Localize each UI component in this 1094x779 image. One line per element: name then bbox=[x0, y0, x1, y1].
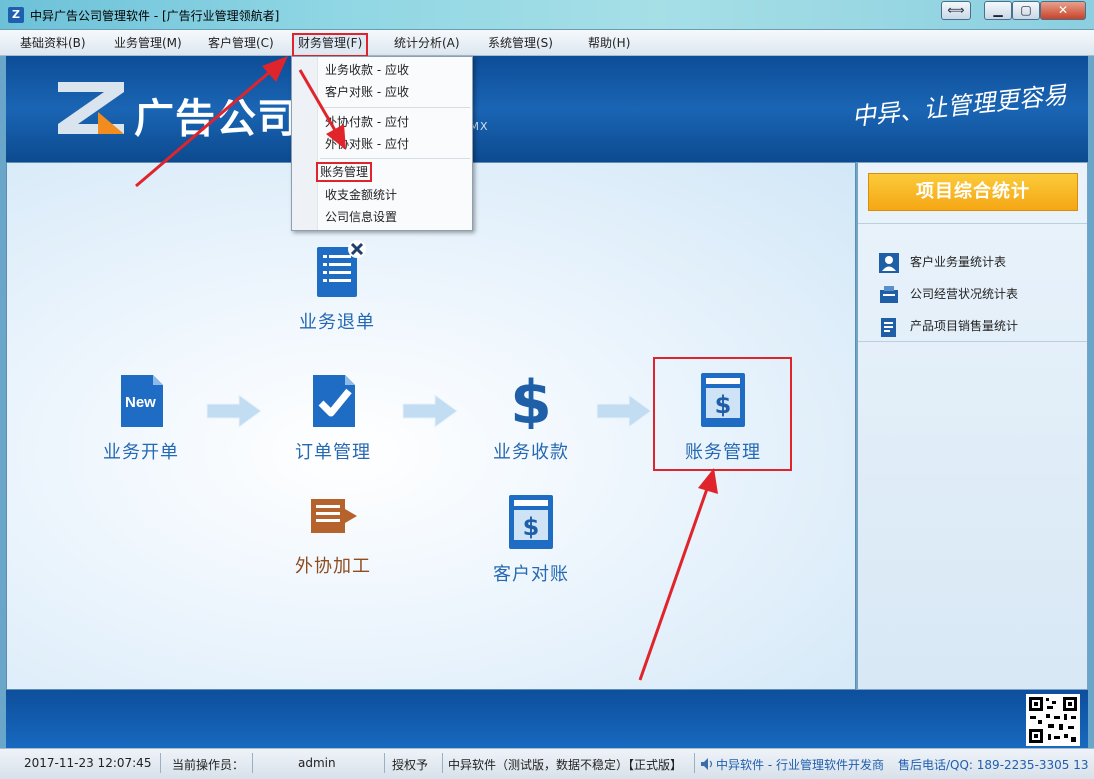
workflow-panel: 业务退单 New 业务开单 订单管理 $ 业务收款 $ 账务管理 外协加工 $ … bbox=[6, 162, 856, 690]
app-logo-icon: Z bbox=[8, 7, 24, 23]
menu-item-accounting[interactable]: 账务管理 bbox=[316, 162, 373, 182]
status-operator: admin bbox=[298, 756, 336, 770]
menu-item-income-expense-stats[interactable]: 收支金额统计 bbox=[325, 185, 397, 205]
status-datetime: 2017-11-23 12:07:45 bbox=[24, 756, 152, 770]
flow-open-order[interactable]: New 业务开单 bbox=[91, 369, 191, 464]
panel-divider bbox=[858, 223, 1087, 224]
flow-outsource[interactable]: 外协加工 bbox=[283, 483, 383, 578]
stat-product-sales-label: 产品项目销售量统计 bbox=[910, 319, 1019, 333]
menu-item-collection-receivable[interactable]: 业务收款 - 应收 bbox=[325, 60, 409, 80]
panel-divider bbox=[858, 341, 1087, 342]
window-title: 中异广告公司管理软件 - [广告行业管理领航者] bbox=[30, 9, 280, 23]
dollar-icon: $ bbox=[510, 368, 552, 438]
flow-arrow-icon bbox=[402, 394, 458, 428]
status-auth-label: 授权予 bbox=[392, 758, 429, 772]
menu-help[interactable]: 帮助(H) bbox=[584, 34, 634, 54]
reconcile-ledger-icon: $ bbox=[509, 495, 553, 549]
dropdown-separator bbox=[320, 158, 470, 159]
user-card-icon bbox=[879, 252, 899, 273]
menu-item-company-info[interactable]: 公司信息设置 bbox=[325, 207, 397, 227]
banner-slogan: 中异、让管理更容易 bbox=[850, 80, 1069, 132]
status-divider bbox=[160, 753, 161, 773]
flow-refund[interactable]: 业务退单 bbox=[287, 239, 387, 334]
stat-customer-volume[interactable]: 客户业务量统计表 bbox=[878, 249, 1006, 275]
finance-dropdown-menu: 业务收款 - 应收 客户对账 - 应收 外协付款 - 应付 外协对账 - 应付 … bbox=[291, 56, 473, 231]
new-badge-text: New bbox=[125, 394, 156, 411]
statistics-panel: 项目综合统计 客户业务量统计表 公司经营状况统计表 产品项目销售量统计 bbox=[857, 162, 1088, 690]
close-button[interactable]: ✕ bbox=[1040, 1, 1086, 20]
menu-basic-data[interactable]: 基础资料(B) bbox=[16, 34, 90, 54]
minimize-button[interactable]: ▁ bbox=[984, 1, 1012, 20]
status-divider bbox=[252, 753, 253, 773]
flow-arrow-icon bbox=[206, 394, 262, 428]
refund-document-icon bbox=[317, 240, 366, 297]
banner-title: 广告公司 bbox=[134, 96, 298, 142]
menu-bar: 基础资料(B) 业务管理(M) 客户管理(C) 财务管理(F) 统计分析(A) … bbox=[0, 30, 1094, 57]
speaker-icon bbox=[701, 758, 713, 770]
status-divider bbox=[694, 753, 695, 773]
flow-reconcile-label: 客户对账 bbox=[493, 564, 569, 585]
stat-company-operations-label: 公司经营状况统计表 bbox=[910, 287, 1019, 301]
flow-order-management-label: 订单管理 bbox=[295, 442, 371, 463]
new-document-icon: New bbox=[121, 375, 163, 427]
svg-text:$: $ bbox=[523, 513, 540, 541]
status-divider bbox=[384, 753, 385, 773]
stat-product-sales[interactable]: 产品项目销售量统计 bbox=[878, 313, 1018, 339]
status-license: 中异软件（测试版，数据不稳定）【正式版】 bbox=[448, 758, 683, 772]
status-divider bbox=[442, 753, 443, 773]
flow-open-order-label: 业务开单 bbox=[103, 442, 179, 463]
flow-order-management[interactable]: 订单管理 bbox=[283, 369, 383, 464]
flow-collection-label: 业务收款 bbox=[493, 442, 569, 463]
company-logo-icon bbox=[58, 82, 124, 134]
menu-customer[interactable]: 客户管理(C) bbox=[204, 34, 278, 54]
menu-business[interactable]: 业务管理(M) bbox=[110, 34, 186, 54]
accounting-highlight-box bbox=[653, 357, 792, 471]
stat-company-operations[interactable]: 公司经营状况统计表 bbox=[878, 281, 1018, 307]
menu-finance[interactable]: 财务管理(F) bbox=[292, 33, 369, 57]
status-bar: 2017-11-23 12:07:45 当前操作员： admin 授权予 中异软… bbox=[0, 748, 1094, 779]
flow-collection[interactable]: $ 业务收款 bbox=[481, 368, 581, 464]
menu-item-outsource-payment[interactable]: 外协付款 - 应付 bbox=[325, 112, 409, 132]
order-check-icon bbox=[313, 375, 355, 427]
svg-text:$: $ bbox=[510, 369, 552, 429]
dropdown-icon-strip bbox=[292, 57, 318, 230]
flow-reconcile[interactable]: $ 客户对账 bbox=[481, 491, 581, 586]
header-banner: 广告公司 DMX 中异、让管理更容易 bbox=[6, 56, 1088, 162]
title-bar: Z 中异广告公司管理软件 - [广告行业管理领航者] ⟺ ▁ ▢ ✕ bbox=[0, 0, 1094, 30]
menu-item-outsource-reconcile[interactable]: 外协对账 - 应付 bbox=[325, 134, 409, 154]
menu-system[interactable]: 系统管理(S) bbox=[484, 34, 557, 54]
stat-customer-volume-label: 客户业务量统计表 bbox=[910, 255, 1007, 269]
dropdown-separator bbox=[320, 107, 470, 108]
outsource-document-icon bbox=[311, 499, 357, 533]
status-operator-label: 当前操作员： bbox=[172, 758, 245, 772]
statistics-panel-title[interactable]: 项目综合统计 bbox=[868, 173, 1078, 211]
company-chart-icon bbox=[880, 285, 898, 303]
status-vendor[interactable]: 中异软件 - 行业管理软件开发商 bbox=[716, 756, 884, 773]
status-phone: 售后电话/QQ: 189-2235-3305 13 bbox=[898, 758, 1089, 772]
document-edit-icon bbox=[881, 317, 896, 337]
flow-refund-label: 业务退单 bbox=[299, 312, 375, 333]
maximize-button[interactable]: ▢ bbox=[1012, 1, 1040, 20]
flow-arrow-icon bbox=[596, 394, 652, 428]
menu-statistics[interactable]: 统计分析(A) bbox=[390, 34, 464, 54]
menu-item-reconcile-receivable[interactable]: 客户对账 - 应收 bbox=[325, 82, 409, 102]
footer-banner bbox=[6, 690, 1088, 748]
qr-code-icon bbox=[1026, 694, 1080, 746]
resize-button[interactable]: ⟺ bbox=[941, 1, 971, 20]
flow-outsource-label: 外协加工 bbox=[295, 556, 371, 577]
